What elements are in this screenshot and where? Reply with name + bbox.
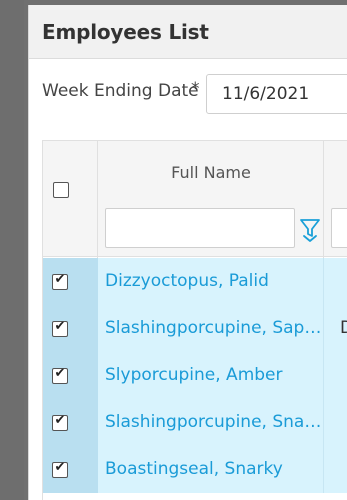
- row-checkbox[interactable]: ✔: [52, 319, 68, 337]
- row-select-cell: ✔: [43, 446, 98, 493]
- table-row[interactable]: ✔ Boastingseal, Snarky: [43, 446, 347, 493]
- checkmark-icon: ✔: [54, 319, 66, 334]
- full-name-column-header[interactable]: Full Name: [98, 141, 324, 258]
- full-name-filter-input[interactable]: [105, 208, 295, 248]
- table-row[interactable]: ✔ Slashingporcupine, Sna…: [43, 399, 347, 446]
- select-all-checkbox[interactable]: [53, 182, 69, 198]
- employee-name-link[interactable]: Slashingporcupine, Sna…: [98, 399, 324, 446]
- row-extra-cell: [324, 399, 347, 446]
- row-extra-cell: [324, 446, 347, 493]
- next-column-filter-input[interactable]: [331, 208, 347, 248]
- row-extra-cell: [324, 352, 347, 399]
- row-select-cell: ✔: [43, 352, 98, 399]
- row-select-cell: ✔: [43, 305, 98, 352]
- week-ending-row: Week Ending Date *: [29, 69, 347, 115]
- full-name-header-label: Full Name: [171, 163, 251, 182]
- panel-header: Employees List: [29, 5, 347, 59]
- employee-name-link[interactable]: Dizzyoctopus, Palid: [98, 258, 324, 305]
- next-column-header: [324, 141, 347, 258]
- panel-title: Employees List: [42, 20, 209, 44]
- checkmark-icon: ✔: [54, 366, 66, 381]
- row-checkbox[interactable]: ✔: [52, 413, 68, 431]
- grid-header: Full Name: [43, 140, 347, 258]
- row-select-cell: ✔: [43, 258, 98, 305]
- checkmark-icon: ✔: [54, 460, 66, 475]
- employee-name-link[interactable]: Slashingporcupine, Sap…: [98, 305, 324, 352]
- row-extra-cell: D: [324, 305, 347, 352]
- row-checkbox[interactable]: ✔: [52, 460, 68, 478]
- background-overlay: [0, 0, 24, 500]
- checkmark-icon: ✔: [54, 413, 66, 428]
- employee-name-link[interactable]: Slyporcupine, Amber: [98, 352, 324, 399]
- table-row[interactable]: ✔ Slyporcupine, Amber: [43, 352, 347, 399]
- employees-list-panel: Employees List Week Ending Date * Full N…: [28, 5, 347, 500]
- row-checkbox[interactable]: ✔: [52, 366, 68, 384]
- row-checkbox[interactable]: ✔: [52, 272, 68, 290]
- select-column-header: [43, 141, 98, 258]
- employees-grid: Full Name ✔ Dizzyoctopus, Palid ✔ Slashi…: [42, 140, 347, 500]
- row-extra-cell: [324, 258, 347, 305]
- week-ending-label: Week Ending Date: [42, 81, 199, 101]
- table-row[interactable]: ✔ Dizzyoctopus, Palid: [43, 258, 347, 305]
- table-row[interactable]: ✔ Slashingporcupine, Sap… D: [43, 305, 347, 352]
- grid-body: ✔ Dizzyoctopus, Palid ✔ Slashingporcupin…: [43, 258, 347, 500]
- checkmark-icon: ✔: [54, 272, 66, 287]
- week-ending-date-input[interactable]: [206, 74, 347, 114]
- required-marker: *: [191, 79, 200, 99]
- filter-icon[interactable]: [299, 217, 321, 243]
- employee-name-link[interactable]: Boastingseal, Snarky: [98, 446, 324, 493]
- row-select-cell: ✔: [43, 399, 98, 446]
